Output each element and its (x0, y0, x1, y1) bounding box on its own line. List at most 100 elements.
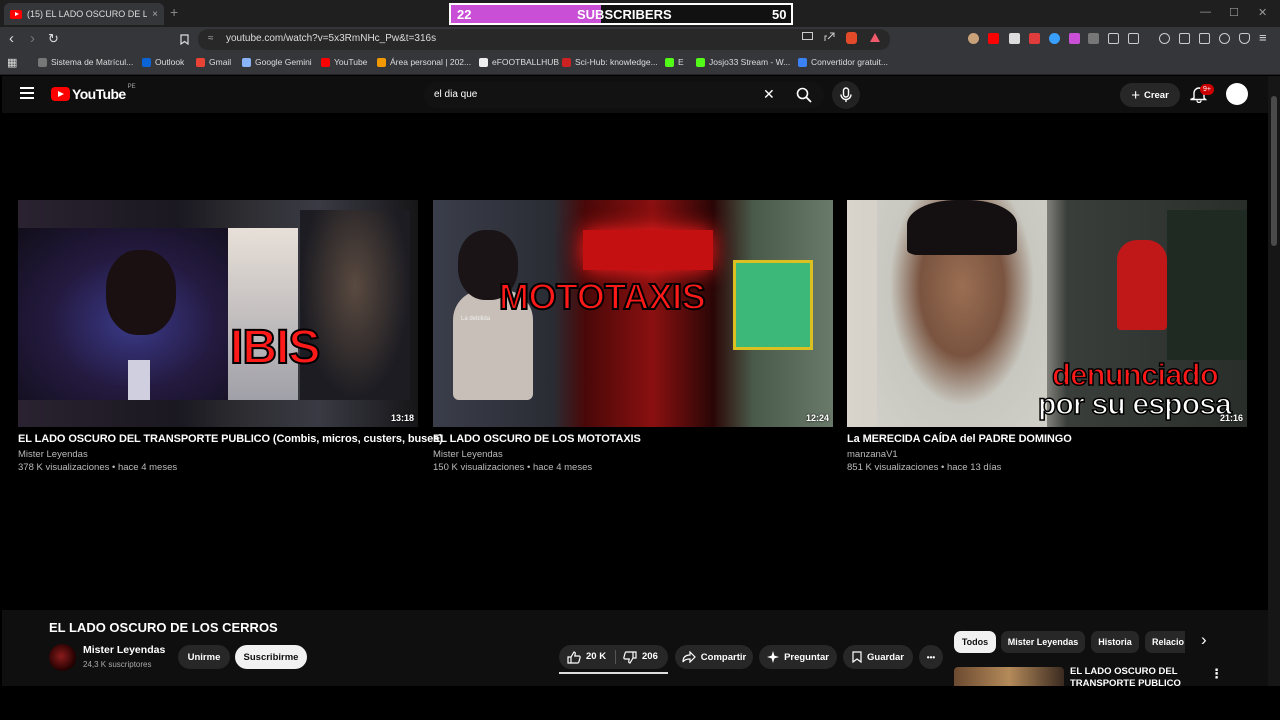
like-button[interactable] (567, 651, 586, 667)
ask-button[interactable]: Preguntar (759, 645, 837, 669)
share-arrow-icon (682, 651, 696, 663)
video-thumbnail[interactable]: denunciado por su esposa 21:16 (847, 200, 1247, 427)
video-player[interactable]: IBIS 13:18 EL LADO OSCURO DEL TRANSPORTE… (2, 113, 1268, 610)
thumbnail-image (907, 200, 1017, 255)
bookmark-item[interactable]: Josjo33 Stream - W... (696, 57, 790, 67)
video-title: EL LADO OSCURO DE LOS CERROS (49, 620, 278, 635)
new-tab-button[interactable]: + (170, 4, 178, 20)
hamburger-menu-icon[interactable] (20, 87, 34, 99)
channel-name[interactable]: manzanaV1 (847, 449, 1247, 460)
share-icon[interactable] (824, 32, 835, 45)
channel-avatar[interactable] (49, 644, 76, 671)
video-title[interactable]: La MERECIDA CAÍDA del PADRE DOMINGO (847, 433, 1247, 445)
extension-icon[interactable] (1009, 33, 1020, 44)
clear-search-icon[interactable]: ✕ (763, 86, 775, 103)
extensions-puzzle-icon[interactable] (1108, 33, 1119, 44)
related-more-icon[interactable]: ⋮ (1210, 666, 1223, 682)
extension-icon[interactable] (1069, 33, 1080, 44)
bookmark-item[interactable]: Sci-Hub: knowledge... (562, 57, 658, 67)
browser-tab[interactable]: (15) EL LADO OSCURO DE LOS CERROS × (4, 3, 164, 25)
bookmark-item[interactable]: eFOOTBALLHUB (479, 57, 559, 67)
save-button[interactable]: Guardar (843, 645, 913, 669)
create-button[interactable]: + Crear (1120, 83, 1180, 107)
video-duration: 13:18 (390, 413, 414, 423)
cast-icon[interactable] (802, 32, 813, 45)
more-actions-button[interactable]: ••• (919, 645, 943, 669)
forward-icon[interactable]: › (30, 31, 35, 47)
bookmark-icon[interactable] (180, 33, 189, 49)
media-control-icon[interactable] (1159, 33, 1170, 44)
related-video-thumbnail[interactable] (954, 667, 1064, 686)
back-icon[interactable]: ‹ (9, 31, 14, 47)
video-thumbnail[interactable]: IBIS 13:18 (18, 200, 418, 427)
chip-all[interactable]: Todos (954, 631, 996, 653)
search-input[interactable]: el dia que (434, 89, 477, 100)
chips-next-chevron-icon[interactable]: › (1201, 630, 1207, 650)
window-maximize-button[interactable]: ☐ (1229, 6, 1239, 19)
search-box[interactable]: el dia que ✕ (424, 82, 824, 108)
bookmark-item[interactable]: E (665, 57, 684, 67)
endscreen-video-card[interactable]: denunciado por su esposa 21:16 La MERECI… (847, 200, 1247, 473)
dislike-button[interactable] (623, 651, 642, 667)
apps-grid-icon[interactable]: ▦ (7, 55, 17, 71)
extension-icon[interactable] (1029, 33, 1040, 44)
page-scrollbar[interactable] (1268, 76, 1280, 686)
brave-rewards-icon[interactable] (870, 33, 880, 42)
brave-shield-icon[interactable] (846, 32, 857, 44)
video-title[interactable]: EL LADO OSCURO DE LOS MOTOTAXIS (433, 433, 833, 445)
plus-icon: + (1131, 86, 1140, 104)
bookmarks-bar: ▦ Sistema de Matrícul... Outlook Gmail Goog… (0, 52, 1280, 75)
bookmark-item[interactable]: Convertidor gratuit... (798, 57, 888, 67)
video-duration: 21:16 (1219, 413, 1243, 423)
extension-icon[interactable] (1049, 33, 1060, 44)
youtube-logo[interactable]: YouTube PE (51, 84, 136, 102)
chip-channel[interactable]: Mister Leyendas (1001, 631, 1085, 653)
subscriber-count: 24,3 K suscriptores (83, 660, 152, 669)
video-thumbnail[interactable]: MOTOTAXIS La debilida 12:24 (433, 200, 833, 427)
bookmark-favicon-icon (196, 57, 205, 67)
url-text: youtube.com/watch?v=5x3RmNHc_Pw&t=316s (226, 33, 437, 44)
bookmark-item[interactable]: Área personal | 202... (377, 57, 471, 67)
chip-related[interactable]: Relacio (1145, 631, 1185, 653)
bookmark-item[interactable]: Google Gemini (242, 57, 312, 67)
subscriber-goal: 50 (772, 7, 787, 22)
extension-icon[interactable] (1128, 33, 1139, 44)
video-title[interactable]: EL LADO OSCURO DEL TRANSPORTE PUBLICO (C… (18, 433, 443, 445)
bookmark-item[interactable]: Sistema de Matrícul... (38, 57, 133, 67)
subscribe-button[interactable]: Suscribirme (235, 645, 307, 669)
channel-name[interactable]: Mister Leyendas (83, 644, 165, 656)
address-bar[interactable]: ≈ youtube.com/watch?v=5x3RmNHc_Pw&t=316s (198, 29, 890, 50)
chip-history[interactable]: Historia (1091, 631, 1139, 653)
bookmark-item[interactable]: YouTube (321, 57, 367, 67)
tab-close-icon[interactable]: × (152, 9, 158, 20)
window-close-button[interactable]: ✕ (1258, 6, 1267, 19)
browser-menu-icon[interactable]: ≡ (1259, 30, 1267, 46)
channel-name[interactable]: Mister Leyendas (433, 449, 833, 460)
extension-icon[interactable] (1088, 33, 1099, 44)
voice-search-button[interactable] (832, 81, 860, 109)
site-settings-icon[interactable]: ≈ (208, 33, 214, 44)
join-button[interactable]: Unirme (178, 645, 230, 669)
endscreen-video-card[interactable]: MOTOTAXIS La debilida 12:24 EL LADO OSCU… (433, 200, 833, 473)
bookmark-favicon-icon (38, 57, 47, 67)
bookmark-favicon-icon (321, 57, 330, 67)
share-button[interactable]: Compartir (675, 645, 753, 669)
video-meta: 851 K visualizaciones • hace 13 días (847, 462, 1002, 473)
vpn-shield-icon[interactable] (1239, 33, 1250, 44)
wallet-icon[interactable] (1199, 33, 1210, 44)
bookmark-item[interactable]: Outlook (142, 57, 184, 67)
window-minimize-button[interactable]: — (1200, 6, 1211, 18)
endscreen-video-card[interactable]: IBIS 13:18 EL LADO OSCURO DEL TRANSPORTE… (18, 200, 443, 473)
sidebar-icon[interactable] (1179, 33, 1190, 44)
reload-icon[interactable]: ↻ (48, 31, 59, 47)
share-label: Compartir (700, 651, 747, 663)
extension-icon[interactable] (988, 33, 999, 44)
related-video-title[interactable]: EL LADO OSCURO DEL TRANSPORTE PUBLICO (1070, 666, 1190, 686)
bookmark-item[interactable]: Gmail (196, 57, 231, 67)
search-button[interactable] (786, 82, 824, 108)
account-avatar[interactable] (1226, 83, 1248, 105)
leo-ai-icon[interactable] (1219, 33, 1230, 44)
extension-icon[interactable] (968, 33, 979, 44)
channel-name[interactable]: Mister Leyendas (18, 449, 418, 460)
scrollbar-thumb[interactable] (1271, 96, 1277, 246)
